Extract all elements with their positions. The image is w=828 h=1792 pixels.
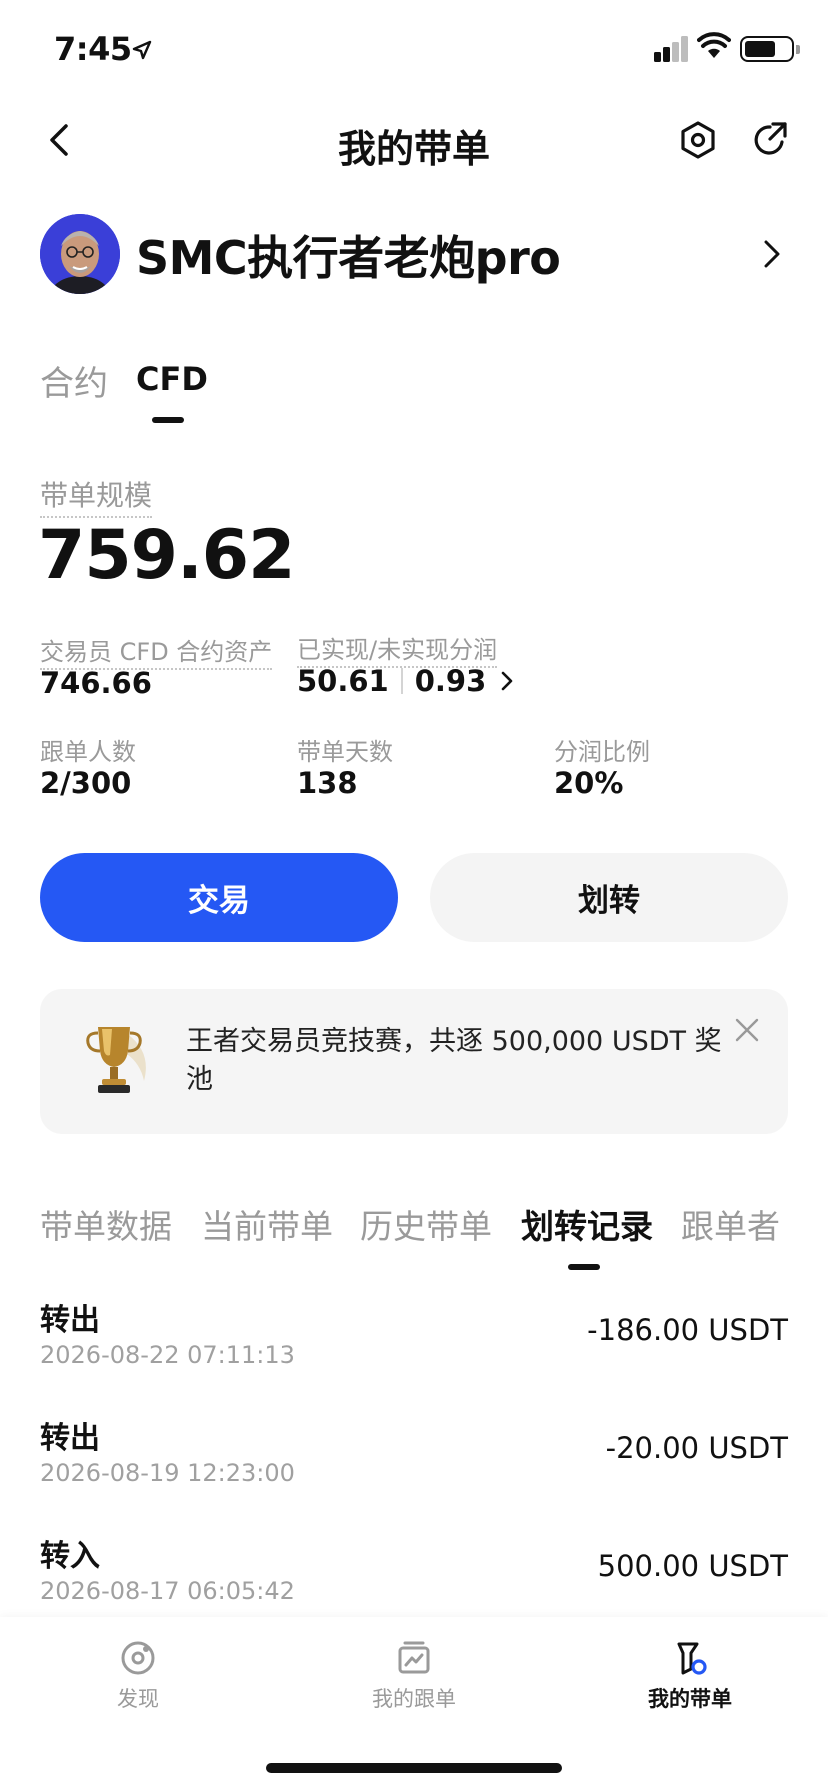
transfer-time: 2026-08-17 06:05:42 [40,1577,295,1605]
list-item: 转入 2026-08-17 06:05:42 500.00 USDT [40,1531,788,1623]
wifi-icon [697,32,731,58]
cfd-assets-label[interactable]: 交易员 CFD 合约资产 [40,632,273,670]
share-icon[interactable] [748,118,792,162]
tab-label: 发现 [117,1687,159,1711]
pnl-share-label[interactable]: 已实现/未实现分润 [297,630,498,668]
discover-icon [121,1641,155,1675]
transfer-amount: 500.00 USDT [597,1549,788,1583]
trader-name: SMC执行者老炮pro [136,231,561,285]
tab-my-lead-trades[interactable]: 我的带单 [610,1639,770,1719]
avatar [40,214,120,294]
tab-transfer-records[interactable]: 划转记录 [521,1200,653,1248]
tab-futures[interactable]: 合约 [40,356,108,405]
section-tabs: 带单数据 当前带单 历史带单 划转记录 跟单者 [40,1200,828,1272]
transfer-button[interactable]: 划转 [430,853,788,942]
transfer-time: 2026-08-19 12:23:00 [40,1459,295,1487]
trader-profile[interactable]: SMC执行者老炮pro [40,212,790,296]
pnl-share-values[interactable]: 50.61 0.93 [297,664,516,698]
tab-history-leads[interactable]: 历史带单 [360,1200,492,1248]
tab-my-copy-trades[interactable]: 我的跟单 [334,1639,494,1719]
tab-label: 我的跟单 [372,1687,456,1711]
profit-share-value: 20% [554,766,624,800]
promo-text: 王者交易员竞技赛，共逐 500,000 USDT 奖池 [186,1026,722,1095]
transfer-amount: -20.00 USDT [605,1431,788,1465]
close-icon[interactable] [732,1015,762,1045]
tab-followers[interactable]: 跟单者 [681,1200,780,1248]
profit-share-label: 分润比例 [554,738,650,766]
cfd-assets-value: 746.66 [40,666,152,700]
trade-button[interactable]: 交易 [40,853,398,942]
tab-label: 我的带单 [648,1687,732,1711]
transfer-type: 转出 [40,1303,100,1338]
nav-bar: 我的带单 [0,100,828,180]
transfer-time: 2026-08-22 07:11:13 [40,1341,295,1369]
settings-icon[interactable] [676,118,720,162]
battery-icon [740,36,800,62]
divider [400,668,403,694]
chevron-right-icon[interactable] [498,668,516,694]
scale-label[interactable]: 带单规模 [40,474,153,518]
transfer-type: 转出 [40,1421,100,1456]
lead-days-value: 138 [297,766,358,800]
cellular-signal-icon [654,36,690,62]
home-indicator [266,1763,562,1773]
tab-current-leads[interactable]: 当前带单 [201,1200,333,1248]
lead-days-label: 带单天数 [297,738,393,766]
location-arrow-icon [132,40,152,60]
transfer-amount: -186.00 USDT [587,1313,788,1347]
unrealized-pnl-share: 0.93 [414,664,487,698]
followers-label: 跟单人数 [40,738,136,766]
tab-active-indicator [568,1264,600,1270]
tab-discover[interactable]: 发现 [58,1639,218,1719]
scale-value: 759.62 [38,516,295,595]
followers-value: 2/300 [40,766,132,800]
status-bar: 7:45 [0,0,828,100]
chevron-right-icon[interactable] [756,234,790,274]
trophy-icon [86,1027,146,1093]
transfer-type: 转入 [40,1539,100,1574]
list-item: 转出 2026-08-22 07:11:13 -186.00 USDT [40,1295,788,1387]
tab-cfd[interactable]: CFD [136,360,208,398]
tab-active-indicator [152,417,184,423]
promo-banner[interactable]: 王者交易员竞技赛，共逐 500,000 USDT 奖池 [40,989,788,1134]
lead-trades-icon [677,1642,707,1675]
list-item: 转出 2026-08-19 12:23:00 -20.00 USDT [40,1413,788,1505]
tab-lead-data[interactable]: 带单数据 [40,1200,172,1248]
copy-trades-icon [398,1641,430,1674]
status-time: 7:45 [54,30,132,68]
realized-pnl-share: 50.61 [297,664,389,698]
